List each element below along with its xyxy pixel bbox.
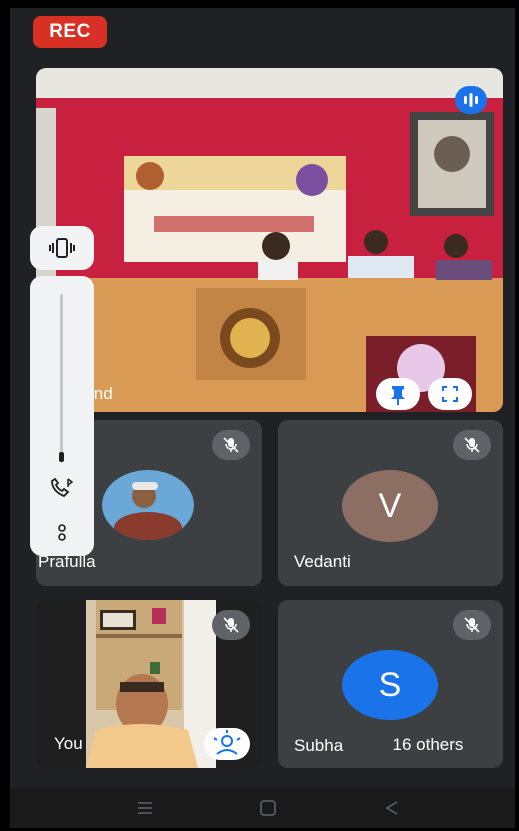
pin-icon [391,386,405,405]
mic-off-icon [212,430,250,460]
participant-tile-subha[interactable]: S Subha 16 others [278,600,503,768]
volume-slider-level[interactable] [59,452,64,462]
mic-off-icon [212,610,250,640]
stage-video [36,68,503,412]
ringer-mode-button[interactable] [30,226,94,270]
bluetooth-call-icon[interactable] [48,476,76,500]
self-video [86,600,216,768]
volume-panel[interactable] [30,276,94,556]
participant-avatar-letter: V [342,470,438,542]
participant-avatar-photo [102,470,194,540]
visual-effects-icon [213,730,241,755]
home-icon[interactable] [258,798,278,818]
recents-icon[interactable] [136,800,154,816]
mic-off-icon [453,430,491,460]
main-participant-tile[interactable]: ind [36,68,503,412]
participant-tile-vedanti[interactable]: V Vedanti [278,420,503,586]
participant-name: You [54,734,83,753]
meet-screen: REC ind Prafulla V Vedanti You S Subha 1… [10,8,515,828]
recording-badge: REC [33,16,107,48]
participant-avatar-letter: S [342,650,438,720]
volume-slider-track[interactable] [60,294,63,462]
more-options-icon[interactable] [52,522,72,544]
audio-activity-icon [455,86,487,114]
others-chip[interactable]: 16 others [364,728,492,762]
participant-name: Subha [294,736,344,755]
navigation-bar [10,788,515,828]
fullscreen-button[interactable] [428,378,472,410]
pin-button[interactable] [376,378,420,410]
back-icon[interactable] [382,798,402,818]
participant-tile-you[interactable]: You [36,600,262,768]
fullscreen-icon [442,386,458,402]
vibrate-icon [49,238,75,258]
visual-effects-button[interactable] [204,728,250,760]
mic-off-icon [453,610,491,640]
participant-name: Vedanti [294,552,351,571]
